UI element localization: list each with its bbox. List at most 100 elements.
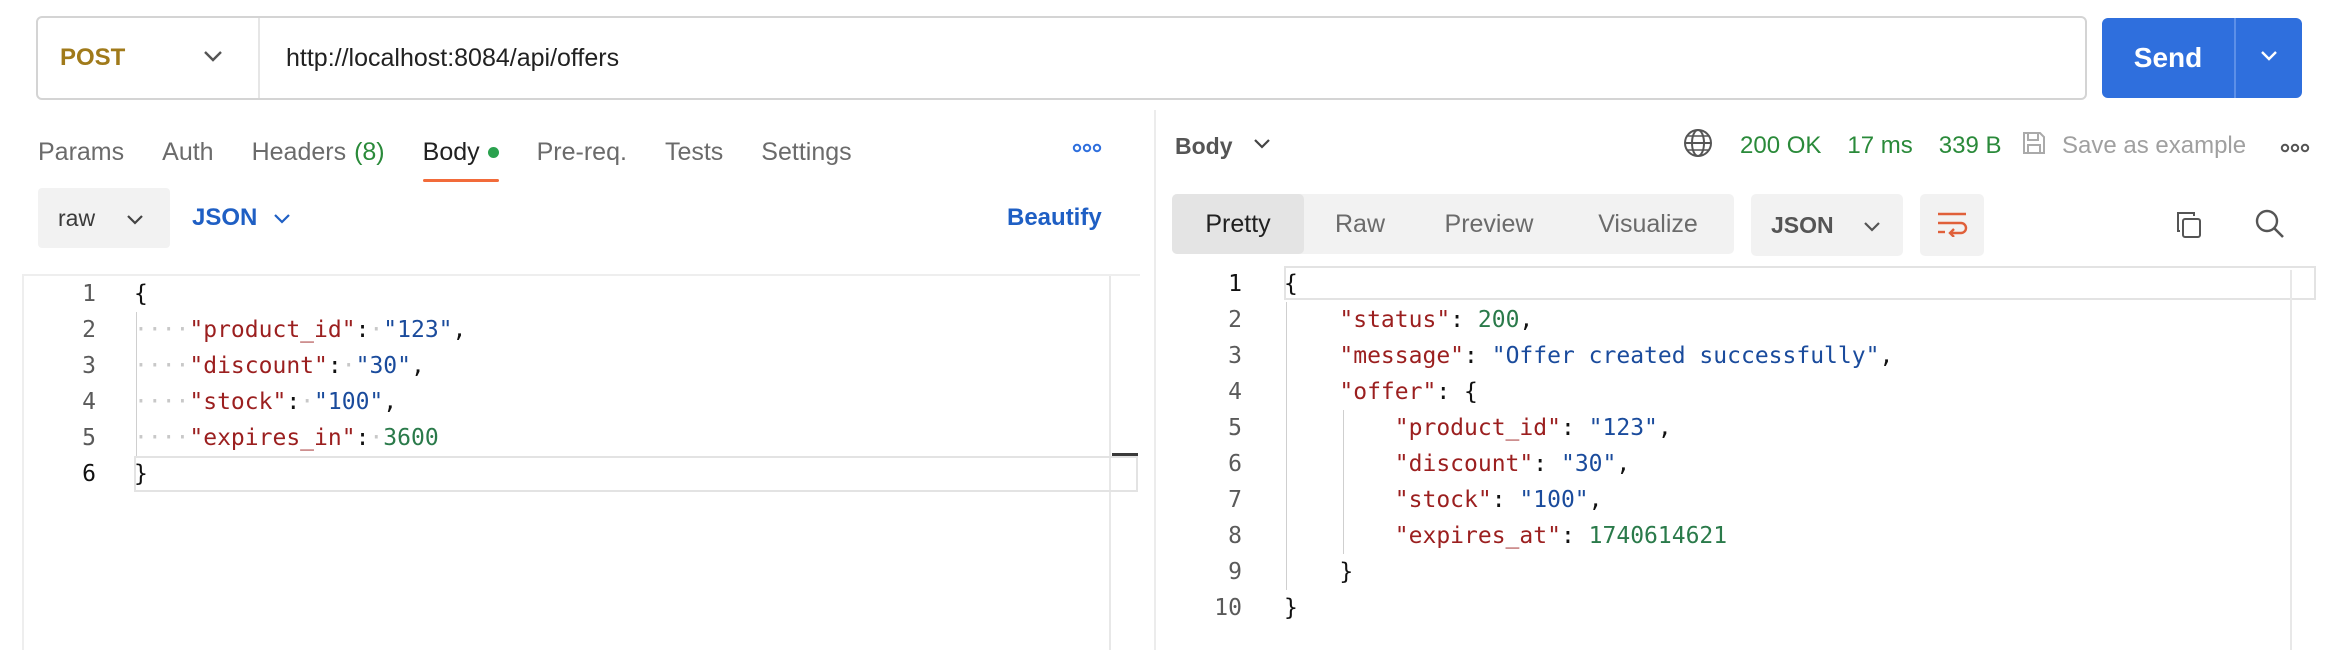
body-language-select[interactable]: JSON xyxy=(192,204,291,232)
globe-icon[interactable] xyxy=(1682,127,1714,166)
json-value: "100" xyxy=(314,389,384,415)
whitespace-marker: ···· xyxy=(134,425,190,451)
send-options-button[interactable] xyxy=(2236,18,2302,98)
code-line: "status": 200, xyxy=(1339,307,1534,333)
send-button[interactable]: Send xyxy=(2102,18,2236,98)
tab-tests[interactable]: Tests xyxy=(665,126,723,178)
tab-settings[interactable]: Settings xyxy=(761,126,851,178)
brace: { xyxy=(1284,271,1298,297)
code-line: "product_id": "123", xyxy=(1394,415,1672,441)
json-key: "message" xyxy=(1339,343,1465,369)
chevron-down-icon xyxy=(1253,137,1271,155)
line-number: 1 xyxy=(82,281,96,307)
response-format-select[interactable]: JSON xyxy=(1751,194,1903,256)
line-number: 5 xyxy=(1228,415,1242,441)
method-select[interactable]: POST xyxy=(38,18,260,98)
tab-raw[interactable]: Raw xyxy=(1304,194,1416,254)
code-line: ···· "discount": · "30", xyxy=(134,353,425,379)
chevron-down-icon xyxy=(273,204,291,232)
json-key: "offer" xyxy=(1339,379,1437,405)
beautify-button[interactable]: Beautify xyxy=(1007,204,1102,232)
code-line: ···· "product_id": · "123", xyxy=(134,317,467,343)
tab-label: Headers xyxy=(251,137,347,166)
code-line: "discount": "30", xyxy=(1394,451,1631,477)
code-line: } xyxy=(1284,554,1353,590)
json-key: "stock" xyxy=(189,389,287,415)
tab-preview[interactable]: Preview xyxy=(1416,194,1562,254)
body-language-label: JSON xyxy=(192,204,258,231)
json-key: "stock" xyxy=(1394,487,1492,513)
json-key: "discount" xyxy=(1394,451,1534,477)
url-input[interactable]: http://localhost:8084/api/offers xyxy=(260,44,619,73)
json-value: "123" xyxy=(383,317,453,343)
tab-pre-request[interactable]: Pre-req. xyxy=(537,126,627,178)
json-value: "123" xyxy=(1588,415,1658,441)
response-size[interactable]: 339 B xyxy=(1939,132,2002,160)
body-mode-select[interactable]: raw xyxy=(38,188,170,248)
brace: { xyxy=(134,281,148,307)
tab-visualize[interactable]: Visualize xyxy=(1562,194,1734,254)
json-value: 1740614621 xyxy=(1588,523,1728,549)
tab-body[interactable]: Body xyxy=(422,126,499,182)
more-icon[interactable] xyxy=(1072,140,1102,158)
code-line: "stock": "100", xyxy=(1394,487,1603,513)
code-line: "offer": { xyxy=(1339,379,1478,405)
json-value: "100" xyxy=(1519,487,1589,513)
chevron-down-icon xyxy=(2259,49,2279,67)
chevron-down-icon xyxy=(202,49,224,68)
line-number: 10 xyxy=(1214,595,1242,621)
tab-headers[interactable]: Headers (8) xyxy=(252,126,385,178)
brace: } xyxy=(134,461,148,487)
line-number: 5 xyxy=(82,425,96,451)
current-line-highlight xyxy=(1284,266,2316,300)
save-as-example-button[interactable]: Save as example xyxy=(2020,126,2246,166)
search-icon[interactable] xyxy=(2254,208,2286,245)
wrap-lines-button[interactable] xyxy=(1920,194,1984,256)
more-icon[interactable] xyxy=(2280,140,2310,158)
code-line: { xyxy=(1284,266,1298,302)
line-number: 7 xyxy=(1228,487,1242,513)
tab-pretty[interactable]: Pretty xyxy=(1172,194,1304,254)
brace: { xyxy=(1464,379,1478,405)
code-line: { xyxy=(134,276,148,312)
chevron-down-icon xyxy=(1863,212,1881,239)
code-line: ···· "expires_in": · 3600 xyxy=(134,425,439,451)
copy-icon[interactable] xyxy=(2174,210,2204,245)
response-time[interactable]: 17 ms xyxy=(1847,132,1912,160)
status-code[interactable]: 200 OK xyxy=(1740,132,1821,160)
tab-auth[interactable]: Auth xyxy=(162,126,213,178)
line-number: 3 xyxy=(82,353,96,379)
pane-divider[interactable] xyxy=(1154,110,1156,650)
line-number: 6 xyxy=(82,461,96,487)
response-scrollbar-track[interactable] xyxy=(2290,270,2292,650)
save-as-example-label: Save as example xyxy=(2062,132,2247,159)
whitespace-marker: ···· xyxy=(134,389,190,415)
tab-label: Tests xyxy=(664,137,724,166)
json-value: "30" xyxy=(355,353,411,379)
json-key: "expires_in" xyxy=(189,425,356,451)
response-section-select[interactable]: Body xyxy=(1175,126,1271,166)
json-value: 3600 xyxy=(383,425,439,451)
tab-label: Pre-req. xyxy=(536,137,627,166)
code-line: ···· "stock": · "100", xyxy=(134,389,398,415)
json-key: "status" xyxy=(1339,307,1451,333)
chevron-down-icon xyxy=(126,205,144,232)
line-number: 1 xyxy=(1228,271,1242,297)
line-number: 2 xyxy=(1228,307,1242,333)
tab-params[interactable]: Params xyxy=(38,126,124,178)
response-section-label: Body xyxy=(1175,132,1233,159)
line-number: 4 xyxy=(1228,379,1242,405)
whitespace-marker: ···· xyxy=(134,317,190,343)
tab-label: Auth xyxy=(162,137,214,166)
json-key: "product_id" xyxy=(1394,415,1561,441)
response-view-tabs: Pretty Raw Preview Visualize xyxy=(1172,194,1734,254)
tab-label: Body xyxy=(422,137,480,166)
url-bar: POST http://localhost:8084/api/offers xyxy=(36,16,2087,100)
headers-count: (8) xyxy=(354,137,385,166)
line-number: 6 xyxy=(1228,451,1242,477)
tab-label: Settings xyxy=(761,137,852,166)
code-line: "expires_at": 1740614621 xyxy=(1394,523,1728,549)
wrap-icon xyxy=(1935,209,1969,242)
brace: } xyxy=(1284,595,1298,621)
line-number: 8 xyxy=(1228,523,1242,549)
